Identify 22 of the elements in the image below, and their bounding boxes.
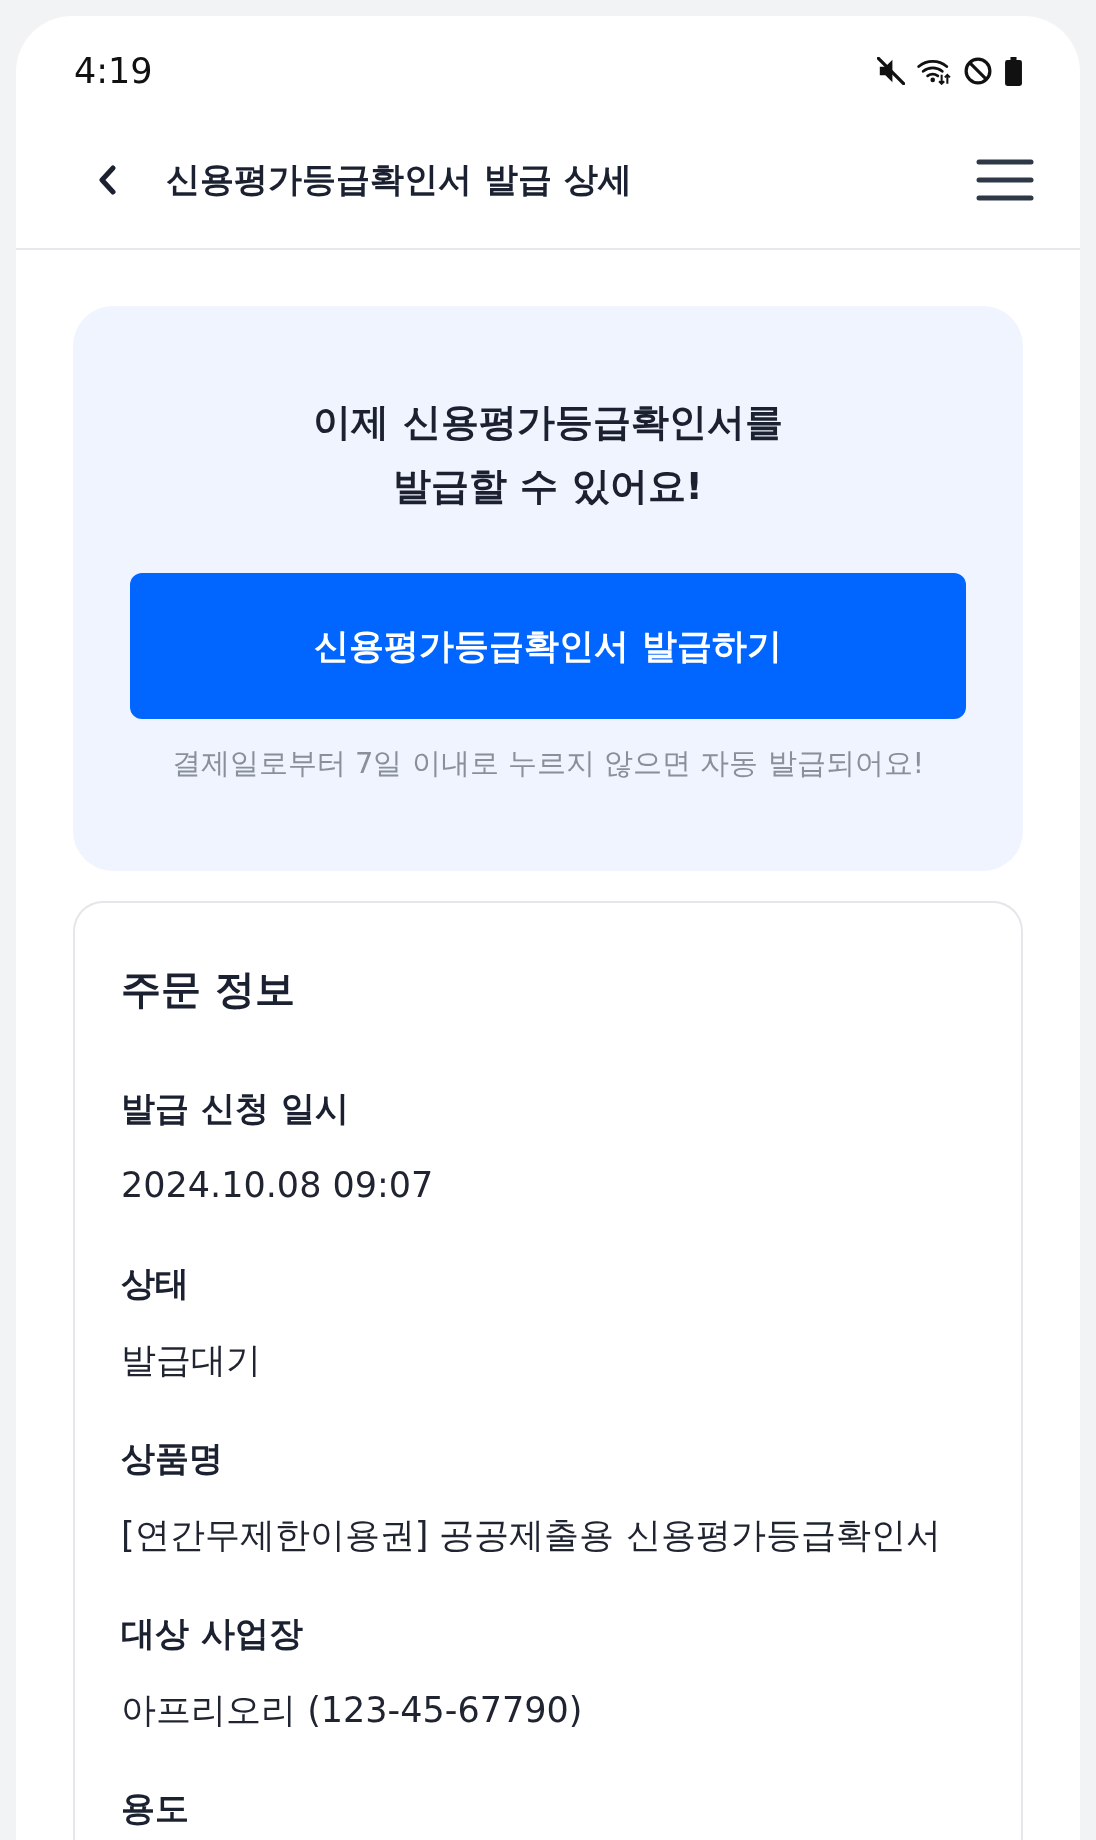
field-label: 상품명 [121,1437,223,1480]
field-label: 용도 [121,1787,189,1830]
menu-button[interactable] [976,159,1034,201]
chevron-left-icon [98,165,116,195]
banner-title: 이제 신용평가등급확인서를 발급할 수 있어요! [312,399,784,510]
field-value: 2024.10.08 09:07 [121,1164,434,1207]
field-value: 아프리오리 (123-45-67790) [121,1689,583,1732]
field-label: 상태 [121,1262,189,1305]
field-value: [연간무제한이용권] 공공제출용 신용평가등급확인서 [121,1514,941,1557]
page-title: 신용평가등급확인서 발급 상세 [166,158,633,201]
field-value: 발급대기 [121,1339,261,1382]
auto-issue-notice: 결제일로부터 7일 이내로 누르지 않으면 자동 발급되어요! [171,745,925,782]
menu-icon [976,159,1034,201]
mute-icon [877,57,905,85]
wifi-icon [917,57,951,85]
battery-icon [1005,56,1022,86]
do-not-disturb-icon [963,56,993,86]
section-title: 주문 정보 [121,965,295,1014]
field-label: 발급 신청 일시 [121,1087,349,1130]
issue-button[interactable]: 신용평가등급확인서 발급하기 [130,573,966,719]
field-label: 대상 사업장 [121,1612,303,1655]
status-time: 4:19 [74,51,153,91]
